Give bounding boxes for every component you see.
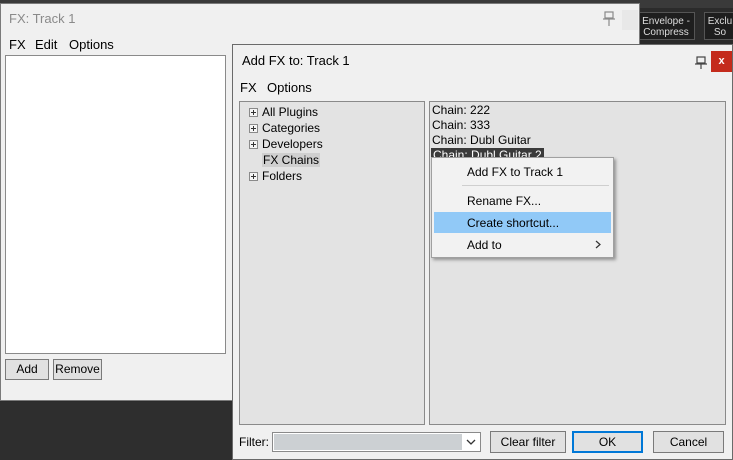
expand-icon[interactable] bbox=[249, 140, 258, 149]
fx-list[interactable]: Chain: 222 Chain: 333 Chain: Dubl Guitar… bbox=[429, 101, 726, 425]
dialog-menubar: FX Options bbox=[233, 78, 732, 98]
filter-combobox[interactable] bbox=[272, 432, 481, 452]
menu-item-label: Rename FX... bbox=[467, 194, 542, 208]
pin-icon[interactable] bbox=[692, 55, 710, 71]
menu-separator bbox=[462, 185, 609, 186]
background-panel bbox=[0, 402, 233, 460]
add-button[interactable]: Add bbox=[5, 359, 49, 380]
close-button[interactable]: x bbox=[711, 51, 732, 72]
menu-item-label: Add FX to Track 1 bbox=[467, 165, 564, 179]
tree-item-fx-chains[interactable]: FX Chains bbox=[262, 153, 321, 168]
filter-label: Filter: bbox=[239, 435, 269, 449]
fx-chain-list[interactable] bbox=[5, 55, 226, 354]
expand-icon[interactable] bbox=[249, 108, 258, 117]
tree-item-label: All Plugins bbox=[262, 105, 319, 119]
clear-filter-button[interactable]: Clear filter bbox=[490, 431, 566, 453]
menu-item-label: Add to bbox=[467, 238, 502, 252]
menu-item-rename-fx[interactable]: Rename FX... bbox=[434, 190, 611, 211]
fx-window-title: FX: Track 1 bbox=[9, 11, 76, 26]
tree-item-folders[interactable]: Folders bbox=[249, 169, 302, 184]
background-tab-exclusive[interactable]: Exclu So bbox=[704, 12, 733, 40]
tree-item-label: Categories bbox=[262, 121, 321, 135]
menu-fx[interactable]: FX bbox=[9, 37, 26, 52]
menu-item-label: Create shortcut... bbox=[467, 216, 560, 230]
menu-item-create-shortcut[interactable]: Create shortcut... bbox=[434, 212, 611, 233]
category-tree[interactable]: All Plugins Categories Developers FX Cha… bbox=[239, 101, 425, 425]
list-item[interactable]: Chain: 333 bbox=[432, 118, 490, 133]
filter-input[interactable] bbox=[274, 434, 462, 450]
chevron-down-icon[interactable] bbox=[465, 435, 477, 449]
dialog-menu-options[interactable]: Options bbox=[267, 80, 312, 95]
menu-options[interactable]: Options bbox=[69, 37, 114, 52]
chevron-right-icon bbox=[595, 240, 601, 249]
expand-icon[interactable] bbox=[249, 124, 258, 133]
fx-window-close-button[interactable] bbox=[622, 10, 638, 30]
list-item[interactable]: Chain: 222 bbox=[432, 103, 490, 118]
expand-icon[interactable] bbox=[249, 172, 258, 181]
menu-edit[interactable]: Edit bbox=[35, 37, 57, 52]
menu-item-add-fx[interactable]: Add FX to Track 1 bbox=[434, 161, 611, 182]
pin-icon[interactable] bbox=[600, 10, 618, 28]
background-tab-envelope[interactable]: Envelope - Compress bbox=[637, 12, 695, 40]
tree-item-label: Folders bbox=[262, 169, 303, 183]
cancel-button[interactable]: Cancel bbox=[653, 431, 724, 453]
dialog-menu-fx[interactable]: FX bbox=[240, 80, 257, 95]
tree-item-label: FX Chains bbox=[262, 153, 321, 167]
background-tab-envelope-label: Envelope - Compress bbox=[642, 16, 690, 38]
tree-item-label: Developers bbox=[262, 137, 323, 151]
tree-item-all-plugins[interactable]: All Plugins bbox=[249, 105, 318, 120]
dialog-title: Add FX to: Track 1 bbox=[242, 53, 350, 68]
tree-item-categories[interactable]: Categories bbox=[249, 121, 320, 136]
ok-button[interactable]: OK bbox=[572, 431, 643, 453]
menu-item-add-to[interactable]: Add to bbox=[434, 234, 611, 255]
context-menu: Add FX to Track 1 Rename FX... Create sh… bbox=[431, 157, 614, 258]
remove-button[interactable]: Remove bbox=[53, 359, 102, 380]
list-item[interactable]: Chain: Dubl Guitar bbox=[432, 133, 531, 148]
background-tab-exclusive-label: Exclu So bbox=[707, 16, 733, 38]
tree-item-developers[interactable]: Developers bbox=[249, 137, 323, 152]
